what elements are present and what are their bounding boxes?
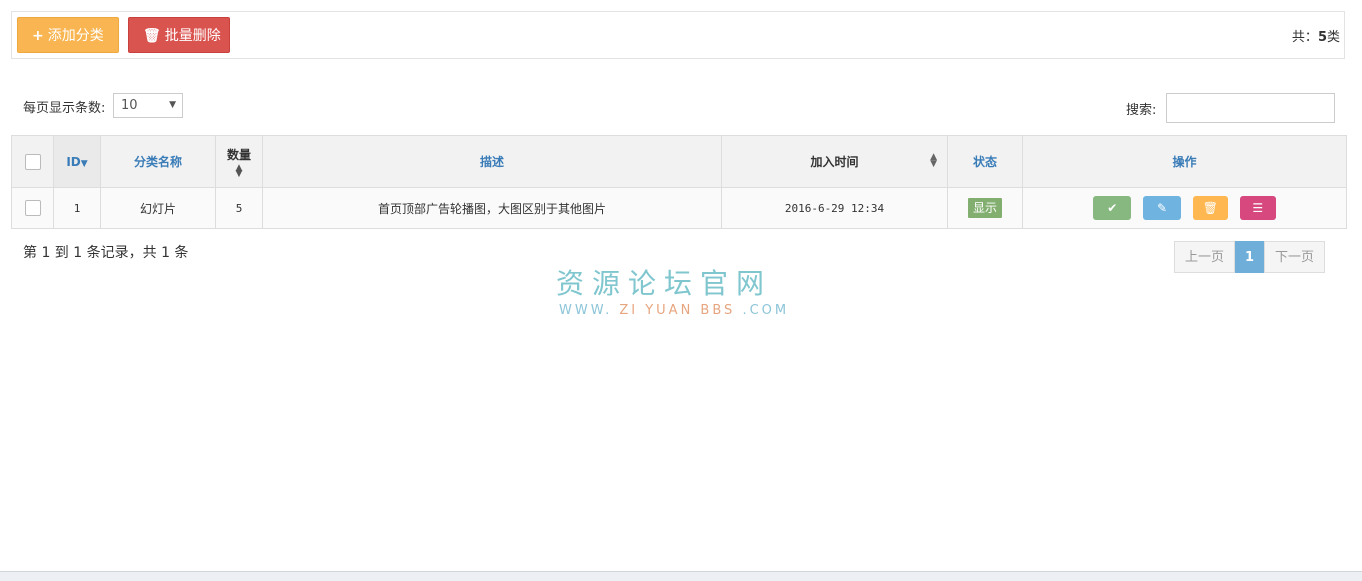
batch-delete-label: 批量删除 [164,28,221,44]
status-badge: 显示 [967,198,1002,218]
total-count: 共：5类 [1292,26,1340,45]
column-desc-label: 描述 [479,155,504,169]
select-all-cell [11,135,54,188]
row-id: 1 [53,187,101,229]
plus-icon: + [32,28,44,44]
row-desc: 首页顶部广告轮播图，大图区别于其他图片 [262,187,722,229]
column-name: 分类名称 [100,135,216,188]
column-id-label: ID [66,154,81,169]
watermark-en-right: .COM [742,303,790,318]
watermark-en-left: WWW. [559,303,613,318]
prev-page-button[interactable]: 上一页 [1174,241,1235,273]
column-id[interactable]: ID▼ [53,135,101,188]
column-name-label: 分类名称 [133,155,182,169]
sort-both-icon: ▲ ▼ [930,152,937,169]
watermark-en: WWW. ZI YUAN BBS .COM [559,303,789,318]
total-prefix: 共： [1291,30,1318,45]
column-ops-label: 操作 [1172,155,1197,169]
approve-button[interactable]: ✔ [1093,196,1132,220]
row-time: 2016-6-29 12:34 [721,187,948,229]
watermark-cn: 资源论坛官网 [556,267,773,300]
row-select-cell [11,187,54,229]
next-page-button[interactable]: 下一页 [1264,241,1325,273]
trash-icon: 🗑︎ [143,28,161,44]
toolbar: + 添加分类 🗑︎ 批量删除 共：5类 [11,11,1345,59]
edit-button[interactable]: ✎ [1143,196,1182,220]
watermark-en-mid: ZI YUAN BBS [619,303,736,318]
select-all-checkbox[interactable] [24,153,41,170]
row-status-cell: 显示 [947,187,1023,229]
delete-button[interactable]: 🗑︎ [1192,196,1228,220]
check-icon: ✔ [1107,201,1118,215]
row-name: 幻灯片 [100,187,216,229]
add-category-button[interactable]: + 添加分类 [17,17,119,53]
perpage-select[interactable]: 10 ▼ [113,93,183,118]
batch-delete-button[interactable]: 🗑︎ 批量删除 [128,17,230,53]
sort-desc-icon: ▼ [80,158,88,169]
page-1-button[interactable]: 1 [1235,241,1264,273]
column-count-label: 数量 [226,148,251,162]
column-desc: 描述 [262,135,722,188]
column-count[interactable]: 数量 ▲ ▼ [215,135,263,188]
perpage-label: 每页显示条数: [23,101,106,116]
row-checkbox[interactable] [24,200,41,216]
menu-icon: ☰ [1252,201,1264,215]
category-table: ID▼ 分类名称 数量 ▲ ▼ 描述 加入时间 ▲ ▼ 状态 操作 1 幻灯片 … [11,135,1347,229]
column-status: 状态 [947,135,1023,188]
search-input[interactable] [1166,93,1335,123]
caret-down-icon: ▼ [169,100,176,110]
column-time-label: 加入时间 [810,155,859,169]
row-actions: ✔ ✎ 🗑︎ ☰ [1022,187,1347,229]
more-button[interactable]: ☰ [1239,196,1276,220]
add-category-label: 添加分类 [47,28,104,44]
column-time[interactable]: 加入时间 ▲ ▼ [721,135,948,188]
sort-both-icon: ▲ ▼ [235,163,243,179]
perpage-value: 10 [121,98,138,113]
table-row: 1 幻灯片 5 首页顶部广告轮播图，大图区别于其他图片 2016-6-29 12… [11,187,1347,229]
total-suffix: 类 [1326,30,1340,45]
total-number: 5 [1317,30,1327,45]
pagination: 上一页 1 下一页 [1174,241,1325,273]
column-ops: 操作 [1022,135,1347,188]
edit-icon: ✎ [1157,201,1168,215]
row-count: 5 [215,187,263,229]
column-status-label: 状态 [972,155,997,169]
table-header-row: ID▼ 分类名称 数量 ▲ ▼ 描述 加入时间 ▲ ▼ 状态 操作 [11,135,1347,188]
trash-icon: 🗑︎ [1202,201,1219,215]
search-label: 搜索: [1126,103,1157,118]
records-summary: 第 1 到 1 条记录，共 1 条 [23,245,189,261]
